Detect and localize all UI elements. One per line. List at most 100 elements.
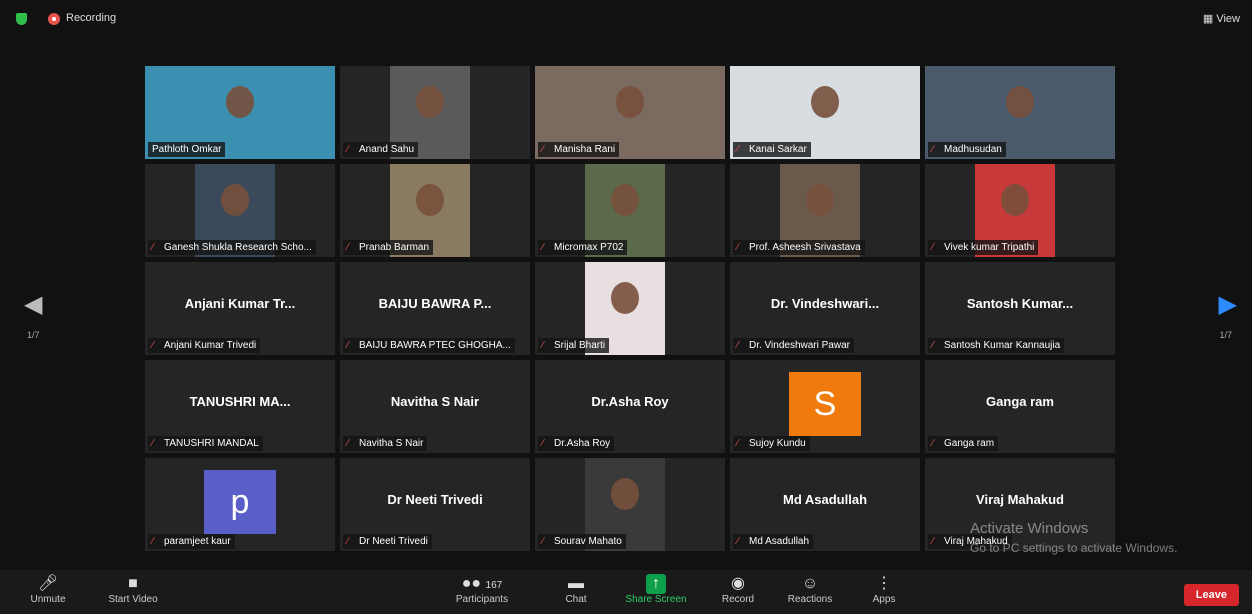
leave-button[interactable]: Leave: [1183, 584, 1239, 606]
participant-name: Pathloth Omkar: [152, 144, 222, 155]
muted-mic-icon: ⁄: [737, 438, 739, 449]
participant-name-label: ⁄ Ganga ram: [928, 436, 999, 451]
participant-tile[interactable]: ⁄ Sourav Mahato: [535, 458, 725, 551]
person-silhouette: [616, 86, 644, 118]
participant-tile[interactable]: Dr. Vindeshwari... ⁄ Dr. Vindeshwari Pawar: [730, 262, 920, 355]
participant-name-label: ⁄ Santosh Kumar Kannaujia: [928, 338, 1065, 353]
participant-tile[interactable]: p ⁄ paramjeet kaur: [145, 458, 335, 551]
participant-display-name: Dr Neeti Trivedi: [387, 492, 483, 507]
muted-mic-icon: ⁄: [932, 438, 934, 449]
apps-label: Apps: [872, 594, 896, 605]
record-button[interactable]: ◉ Record: [716, 574, 760, 605]
watermark-subtitle: Go to PC settings to activate Windows.: [970, 541, 1178, 555]
participant-tile[interactable]: ⁄ Prof. Asheesh Srivastava: [730, 164, 920, 257]
participant-name: BAIJU BAWRA PTEC GHOGHA...: [359, 340, 511, 351]
participant-tile[interactable]: Dr.Asha Roy ⁄ Dr.Asha Roy: [535, 360, 725, 453]
participant-tile[interactable]: ⁄ Kanai Sarkar: [730, 66, 920, 159]
participant-tile[interactable]: ⁄ Madhusudan: [925, 66, 1115, 159]
participant-name: paramjeet kaur: [164, 536, 231, 547]
participant-tile[interactable]: ⁄ Pranab Barman: [340, 164, 530, 257]
participant-display-name: Ganga ram: [986, 394, 1054, 409]
reactions-button[interactable]: ☺ Reactions: [782, 574, 838, 605]
participant-name: Ganesh Shukla Research Scho...: [164, 242, 312, 253]
participant-name-label: ⁄ Anand Sahu: [343, 142, 419, 157]
share-screen-label: Share Screen: [625, 594, 687, 605]
person-silhouette: [806, 184, 834, 216]
participant-tile[interactable]: Anjani Kumar Tr... ⁄ Anjani Kumar Trivedi: [145, 262, 335, 355]
participant-tile[interactable]: Ganga ram ⁄ Ganga ram: [925, 360, 1115, 453]
participants-button[interactable]: ●● 167 Participants: [448, 574, 516, 605]
person-silhouette: [1001, 184, 1029, 216]
muted-mic-icon: ⁄: [737, 144, 739, 155]
participant-tile[interactable]: BAIJU BAWRA P... ⁄ BAIJU BAWRA PTEC GHOGHA…: [340, 262, 530, 355]
participant-tile[interactable]: Navitha S Nair ⁄ Navitha S Nair: [340, 360, 530, 453]
participant-tile[interactable]: Santosh Kumar... ⁄ Santosh Kumar Kannaujia: [925, 262, 1115, 355]
participant-name-label: ⁄ paramjeet kaur: [148, 534, 235, 549]
view-button[interactable]: ▦ View: [1203, 12, 1240, 25]
participant-name: Prof. Asheesh Srivastava: [749, 242, 861, 253]
muted-mic-icon: ⁄: [152, 340, 154, 351]
participant-tile[interactable]: Md Asadullah ⁄ Md Asadullah: [730, 458, 920, 551]
grid-icon: ▦: [1202, 13, 1217, 25]
person-silhouette: [1006, 86, 1034, 118]
next-page-icon[interactable]: ▶: [1219, 290, 1237, 319]
share-screen-button[interactable]: ↑ Share Screen: [622, 574, 690, 605]
participant-display-name: Dr.Asha Roy: [591, 394, 669, 409]
participant-name-label: ⁄ Navitha S Nair: [343, 436, 428, 451]
recording-label: Recording: [66, 12, 117, 24]
participant-name: TANUSHRI MANDAL: [164, 438, 259, 449]
reactions-label: Reactions: [787, 594, 833, 605]
person-silhouette: [221, 184, 249, 216]
muted-mic-icon: ⁄: [542, 536, 544, 547]
participant-tile[interactable]: ⁄ Manisha Rani: [535, 66, 725, 159]
participant-name: Anjani Kumar Trivedi: [164, 340, 257, 351]
participant-name: Vivek kumar Tripathi: [944, 242, 1035, 253]
participant-name-label: ⁄ Madhusudan: [928, 142, 1006, 157]
muted-mic-icon: ⁄: [347, 536, 349, 547]
prev-page-icon[interactable]: ◀: [24, 290, 42, 319]
participant-name: Sourav Mahato: [554, 536, 622, 547]
meeting-toolbar: 🎤︎ Unmute ■ Start Video ●● 167 Participa…: [0, 570, 1252, 614]
participant-tile[interactable]: ⁄ Ganesh Shukla Research Scho...: [145, 164, 335, 257]
apps-button[interactable]: ⋮ Apps: [866, 574, 902, 605]
participant-tile[interactable]: Dr Neeti Trivedi ⁄ Dr Neeti Trivedi: [340, 458, 530, 551]
chat-icon: ▬: [568, 575, 584, 592]
participant-tile[interactable]: ⁄ Srijal Bharti: [535, 262, 725, 355]
participant-name: Dr. Vindeshwari Pawar: [749, 340, 850, 351]
start-video-button[interactable]: ■ Start Video: [102, 574, 164, 605]
participant-name: Manisha Rani: [554, 144, 616, 155]
muted-mic-icon: ⁄: [737, 536, 739, 547]
start-video-label: Start Video: [108, 594, 158, 605]
participant-tile[interactable]: Pathloth Omkar: [145, 66, 335, 159]
muted-mic-icon: ⁄: [932, 340, 934, 351]
avatar: S: [789, 372, 861, 436]
participant-tile[interactable]: TANUSHRI MA... ⁄ TANUSHRI MANDAL: [145, 360, 335, 453]
chat-button[interactable]: ▬ Chat: [558, 574, 594, 605]
muted-mic-icon: ⁄: [932, 144, 934, 155]
person-silhouette: [611, 478, 639, 510]
video-off-icon: ■: [128, 575, 138, 592]
participant-display-name: Md Asadullah: [782, 492, 868, 507]
participant-tile[interactable]: Viraj Mahakud ⁄ Viraj Mahakud: [925, 458, 1115, 551]
security-shield-icon[interactable]: [16, 13, 27, 25]
participant-tile[interactable]: ⁄ Anand Sahu: [340, 66, 530, 159]
participant-name-label: ⁄ Sujoy Kundu: [733, 436, 810, 451]
participant-name: Madhusudan: [944, 144, 1002, 155]
participant-display-name: Anjani Kumar Tr...: [184, 296, 296, 311]
page-indicator-left: 1/7: [27, 330, 40, 340]
participant-tile[interactable]: ⁄ Vivek kumar Tripathi: [925, 164, 1115, 257]
participant-name: Dr Neeti Trivedi: [359, 536, 428, 547]
muted-mic-icon: 🎤︎: [37, 575, 59, 592]
participants-label: Participants: [455, 594, 509, 605]
muted-mic-icon: ⁄: [542, 144, 544, 155]
participant-tile[interactable]: S ⁄ Sujoy Kundu: [730, 360, 920, 453]
participant-tile[interactable]: ⁄ Micromax P702: [535, 164, 725, 257]
participant-name-label: ⁄ Dr.Asha Roy: [538, 436, 615, 451]
chat-label: Chat: [565, 594, 587, 605]
muted-mic-icon: ⁄: [737, 242, 739, 253]
unmute-button[interactable]: 🎤︎ Unmute: [28, 574, 68, 605]
participant-name-label: ⁄ Sourav Mahato: [538, 534, 626, 549]
participant-name-label: Pathloth Omkar: [148, 142, 226, 157]
participant-name: Anand Sahu: [359, 144, 415, 155]
participant-name-label: ⁄ BAIJU BAWRA PTEC GHOGHA...: [343, 338, 515, 353]
